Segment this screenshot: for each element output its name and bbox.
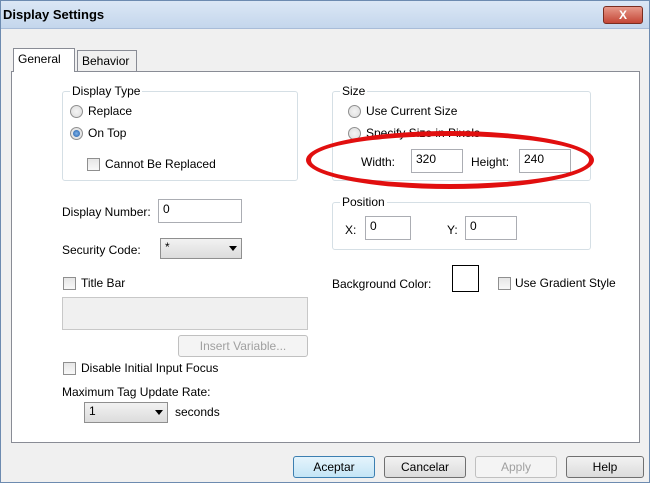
- use-current-size-radio[interactable]: [348, 105, 361, 118]
- close-button[interactable]: X: [603, 6, 643, 24]
- highlight-ring: [306, 131, 594, 189]
- cannot-be-replaced-label: Cannot Be Replaced: [105, 157, 216, 171]
- position-y-input[interactable]: 0: [465, 216, 517, 240]
- tab-behavior-label: Behavior: [82, 54, 130, 68]
- help-label: Help: [592, 460, 618, 474]
- apply-button[interactable]: Apply: [475, 456, 557, 478]
- title-bar-label: Title Bar: [81, 276, 126, 290]
- title-bar-text-field[interactable]: [62, 297, 308, 330]
- position-x-label: X:: [345, 223, 357, 237]
- security-code-label: Security Code:: [62, 243, 141, 257]
- chevron-down-icon: [155, 410, 163, 415]
- ok-label: Aceptar: [313, 460, 355, 474]
- update-rate-label: Maximum Tag Update Rate:: [62, 385, 211, 399]
- ok-button[interactable]: Aceptar: [293, 456, 375, 478]
- window-title: Display Settings: [3, 7, 105, 22]
- display-number-label: Display Number:: [62, 205, 151, 219]
- tab-general[interactable]: General: [13, 48, 75, 72]
- display-number-value: 0: [163, 202, 170, 216]
- tab-behavior[interactable]: Behavior: [77, 50, 137, 72]
- replace-radio[interactable]: [70, 105, 83, 118]
- display-number-input[interactable]: 0: [158, 199, 242, 223]
- insert-variable-label: Insert Variable...: [199, 339, 287, 353]
- position-group: Position X: 0 Y: 0: [332, 195, 591, 250]
- position-y-value: 0: [470, 219, 477, 233]
- replace-label: Replace: [88, 104, 133, 118]
- use-gradient-checkbox[interactable]: [498, 277, 511, 290]
- update-rate-value: 1: [89, 404, 96, 418]
- title-bar[interactable]: Display Settings X: [1, 1, 649, 29]
- on-top-label: On Top: [88, 126, 127, 140]
- display-type-group: Display Type Replace On Top Cannot Be Re…: [62, 84, 298, 181]
- size-legend: Size: [340, 84, 368, 98]
- use-gradient-label: Use Gradient Style: [515, 276, 616, 290]
- insert-variable-button[interactable]: Insert Variable...: [178, 335, 308, 357]
- display-type-legend: Display Type: [70, 84, 143, 98]
- display-settings-dialog: Display Settings X General Behavior Disp…: [0, 0, 650, 483]
- position-legend: Position: [340, 195, 387, 209]
- general-tab-panel: Display Type Replace On Top Cannot Be Re…: [11, 71, 640, 443]
- position-x-input[interactable]: 0: [365, 216, 411, 240]
- title-bar-checkbox[interactable]: [63, 277, 76, 290]
- close-icon: X: [618, 8, 627, 22]
- apply-label: Apply: [500, 460, 532, 474]
- disable-initial-focus-checkbox[interactable]: [63, 362, 76, 375]
- on-top-radio[interactable]: [70, 127, 83, 140]
- cancel-button[interactable]: Cancelar: [384, 456, 466, 478]
- update-rate-select[interactable]: 1: [84, 402, 168, 423]
- cancel-label: Cancelar: [400, 460, 450, 474]
- security-code-value: *: [165, 240, 170, 254]
- position-x-value: 0: [370, 219, 377, 233]
- cannot-be-replaced-checkbox[interactable]: [87, 158, 100, 171]
- tab-general-label: General: [18, 52, 61, 66]
- help-button[interactable]: Help: [566, 456, 644, 478]
- background-color-label: Background Color:: [332, 277, 432, 291]
- use-current-size-label: Use Current Size: [366, 104, 458, 118]
- position-y-label: Y:: [447, 223, 458, 237]
- update-rate-unit: seconds: [175, 405, 220, 419]
- chevron-down-icon: [229, 246, 237, 251]
- background-color-swatch[interactable]: [452, 265, 479, 292]
- security-code-select[interactable]: *: [160, 238, 242, 259]
- disable-initial-focus-label: Disable Initial Input Focus: [81, 361, 219, 375]
